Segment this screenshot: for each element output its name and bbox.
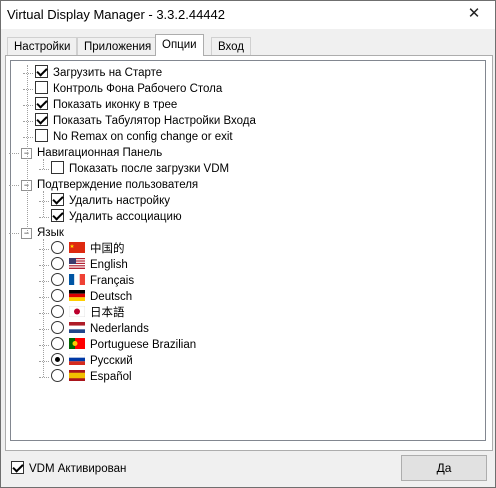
checkbox-icon[interactable] (51, 209, 64, 222)
close-icon[interactable]: ✕ (463, 4, 485, 24)
radio-icon[interactable] (51, 369, 64, 382)
language-item-label: 中国的 (90, 243, 125, 255)
language-item-label: Nederlands (90, 323, 149, 335)
language-item-label: Русский (90, 355, 133, 367)
vdm-activated-checkbox[interactable]: VDM Активирован (11, 461, 126, 475)
language-item[interactable]: Nederlands (51, 321, 149, 337)
language-item[interactable]: English (51, 257, 128, 273)
ok-button[interactable]: Да (401, 455, 487, 481)
language-item[interactable]: 中国的 (51, 241, 125, 257)
language-item[interactable]: Русский (51, 353, 133, 369)
confirm_group-group[interactable]: − Подтверждение пользователя (21, 177, 198, 193)
tab-applications[interactable]: Приложения (77, 37, 159, 56)
option-item-label: Показать иконку в трее (53, 99, 178, 111)
tab-strip: Настройки Приложения Опции Вход (5, 34, 491, 56)
checkbox-icon[interactable] (51, 161, 64, 174)
language-item[interactable]: 日本語 (51, 305, 125, 321)
lang_group-group-label: Язык (37, 227, 64, 239)
checkbox-icon[interactable] (35, 129, 48, 142)
radio-icon[interactable] (51, 241, 64, 254)
radio-icon[interactable] (51, 289, 64, 302)
option-item[interactable]: No Remax on config change or exit (35, 129, 233, 145)
tab-options[interactable]: Опции (155, 34, 204, 56)
option-item-label: Загрузить на Старте (53, 67, 163, 79)
option-item-label: Показать после загрузки VDM (69, 163, 230, 175)
window-title: Virtual Display Manager - 3.3.2.44442 (7, 7, 225, 22)
radio-icon[interactable] (51, 257, 64, 270)
option-item[interactable]: Контроль Фона Рабочего Стола (35, 81, 222, 97)
radio-icon[interactable] (51, 305, 64, 318)
language-item-label: English (90, 259, 128, 271)
language-item-label: Français (90, 275, 135, 287)
option-item-label: Удалить ассоциацию (69, 211, 182, 223)
option-item[interactable]: Удалить ассоциацию (51, 209, 182, 225)
checkbox-icon[interactable] (51, 193, 64, 206)
tab-settings[interactable]: Настройки (7, 37, 78, 56)
option-item-label: Контроль Фона Рабочего Стола (53, 83, 223, 95)
option-item[interactable]: Показать Табулятор Настройки Входа (35, 113, 256, 129)
language-item-label: Deutsch (90, 291, 133, 303)
nav_group-group-label: Навигационная Панель (37, 147, 163, 159)
language-item-label: Portuguese Brazilian (90, 339, 197, 351)
checkbox-icon[interactable] (35, 97, 48, 110)
radio-icon[interactable] (51, 321, 64, 334)
language-item[interactable]: Español (51, 369, 132, 385)
options-tree: Загрузить на Старте Контроль Фона Рабочег… (9, 60, 486, 441)
radio-icon[interactable] (51, 337, 64, 350)
language-item[interactable]: Portuguese Brazilian (51, 337, 196, 353)
language-item-label: 日本語 (90, 307, 125, 319)
language-item-label: Español (90, 371, 132, 383)
language-item[interactable]: Français (51, 273, 134, 289)
checkbox-icon[interactable] (35, 65, 48, 78)
radio-icon[interactable] (51, 353, 64, 366)
app-window: Virtual Display Manager - 3.3.2.44442 ✕ … (0, 0, 496, 488)
confirm_group-group-label: Подтверждение пользователя (37, 179, 199, 191)
language-item[interactable]: Deutsch (51, 289, 132, 305)
option-item-label: No Remax on config change or exit (53, 131, 233, 143)
option-item[interactable]: Показать иконку в трее (35, 97, 177, 113)
radio-icon[interactable] (51, 273, 64, 286)
vdm-activated-label: VDM Активирован (29, 463, 127, 475)
option-item[interactable]: Удалить настройку (51, 193, 170, 209)
vdm-activated-check-icon[interactable] (11, 461, 24, 474)
option-item-label: Удалить настройку (69, 195, 170, 207)
option-item[interactable]: Показать после загрузки VDM (51, 161, 229, 177)
title-bar: Virtual Display Manager - 3.3.2.44442 ✕ (1, 1, 495, 29)
checkbox-icon[interactable] (35, 81, 48, 94)
tab-login[interactable]: Вход (211, 37, 252, 56)
option-item-label: Показать Табулятор Настройки Входа (53, 115, 256, 127)
checkbox-icon[interactable] (35, 113, 48, 126)
option-item[interactable]: Загрузить на Старте (35, 65, 162, 81)
